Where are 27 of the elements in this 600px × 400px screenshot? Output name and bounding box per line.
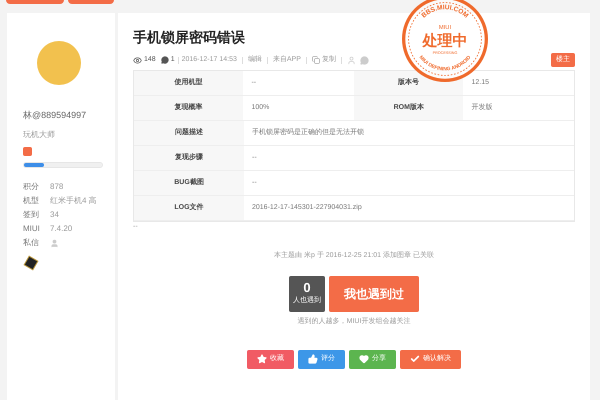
stat-label: 签到 xyxy=(23,209,37,221)
stat-label: 私信 xyxy=(23,237,37,249)
stat-value: 7.4.20 xyxy=(50,223,72,235)
stat-value: 红米手机4 高 xyxy=(50,195,97,207)
stat-label: MIUI xyxy=(23,223,37,235)
counter-value: 0 xyxy=(303,281,311,294)
stamp-status-text: 处理中 xyxy=(422,34,468,50)
star-icon xyxy=(257,354,267,364)
level-badge-icon xyxy=(23,146,32,156)
top-tab[interactable] xyxy=(68,0,114,4)
user-name: 林@889594997 xyxy=(23,109,88,122)
user-rank: 玩机大师 xyxy=(23,128,56,140)
post-title: 手机锁屏密码错误 xyxy=(133,28,245,47)
chat-icon[interactable] xyxy=(360,56,369,64)
stat-value: 878 xyxy=(50,181,64,193)
me-too-button[interactable]: 我也遇到过 xyxy=(329,276,419,312)
thumbs-up-icon xyxy=(308,354,318,364)
stat-value: 34 xyxy=(50,209,59,221)
heart-icon xyxy=(359,354,369,364)
stat-label: 机型 xyxy=(23,195,37,207)
top-tab[interactable] xyxy=(6,0,64,4)
copy-icon xyxy=(312,56,320,64)
user-icon[interactable] xyxy=(346,56,356,64)
check-icon xyxy=(410,354,420,364)
stat-label: 积分 xyxy=(23,181,37,193)
views-icon xyxy=(133,56,142,64)
reply-icon xyxy=(160,56,169,64)
